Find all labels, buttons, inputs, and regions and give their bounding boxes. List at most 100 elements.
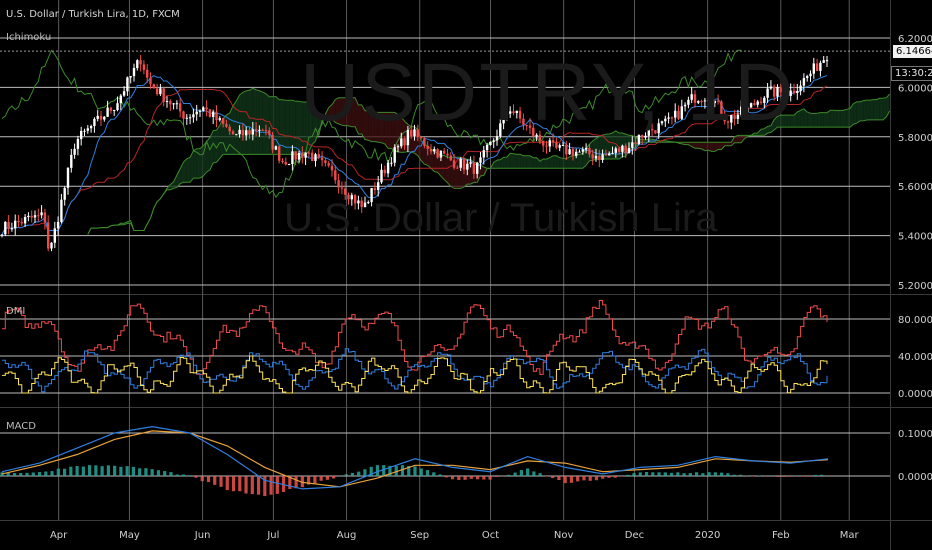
macd-histogram-bar — [669, 472, 674, 476]
macd-histogram-bar — [238, 476, 242, 492]
ichimoku-cloud-slice — [252, 88, 257, 155]
candle-body — [383, 169, 386, 174]
macd-histogram-bar — [713, 472, 717, 476]
x-tick-feb: Feb — [772, 530, 790, 541]
macd-histogram-bar — [475, 476, 480, 480]
candle-body — [396, 146, 400, 148]
candle-body — [294, 151, 297, 160]
ichimoku-cloud-slice — [183, 158, 187, 183]
macd-histogram-bar — [720, 472, 724, 476]
candle-body — [433, 149, 436, 152]
y-tick-dmi-2: 0.00000 — [898, 389, 932, 400]
ichimoku-cloud-slice — [444, 155, 448, 183]
candle-body — [429, 148, 433, 152]
macd-histogram-bar — [601, 476, 605, 479]
candle-body — [482, 150, 485, 158]
ichimoku-cloud-slice — [856, 101, 860, 124]
macd-histogram-bar — [807, 476, 811, 477]
candle-body — [86, 128, 89, 131]
ichimoku-cloud-slice — [559, 157, 563, 169]
candle-body — [162, 88, 165, 102]
adx-line — [2, 355, 828, 394]
candle-body — [93, 118, 96, 127]
macd-histogram-bar — [576, 476, 580, 482]
macd-histogram-bar — [313, 476, 317, 484]
ichimoku-cloud-slice — [520, 154, 524, 169]
macd-histogram-bar — [569, 476, 574, 483]
candle-body — [99, 115, 103, 120]
ichimoku-cloud-slice — [513, 153, 517, 169]
candle-body — [809, 73, 812, 77]
macd-histogram-bar — [19, 472, 23, 476]
ichimoku-cloud-slice — [833, 110, 837, 128]
ichimoku-cloud-slice — [823, 112, 827, 128]
candle-body — [568, 149, 571, 155]
macd-histogram-bar — [169, 472, 173, 476]
ichimoku-cloud-slice — [873, 99, 877, 120]
ichimoku-cloud-slice — [503, 157, 507, 169]
macd-label[interactable]: MACD — [6, 421, 36, 432]
macd-histogram-bar — [682, 473, 686, 476]
macd-histogram-bar — [62, 468, 67, 476]
x-tick-nov: Nov — [554, 530, 574, 541]
candle-body — [614, 148, 617, 153]
ichimoku-cloud-slice — [526, 155, 530, 169]
macd-histogram-bar — [100, 466, 104, 476]
macd-histogram-bar — [551, 476, 555, 479]
ichimoku-cloud-slice — [236, 94, 240, 155]
macd-histogram-bar — [113, 465, 117, 476]
candle-body — [446, 153, 449, 156]
dmi-label[interactable]: DMI — [6, 306, 25, 317]
y-tick-price-1: 6.00000 — [898, 83, 932, 94]
macd-histogram-bar — [519, 470, 523, 476]
candle-body — [304, 152, 307, 158]
macd-histogram-bar — [526, 468, 530, 476]
candle-body — [179, 103, 182, 112]
candle-body — [215, 111, 218, 121]
macd-histogram-bar — [613, 476, 617, 478]
ichimoku-cloud-slice — [836, 110, 841, 128]
macd-histogram-bar — [75, 466, 79, 476]
macd-histogram-bar — [231, 476, 236, 492]
ichimoku-cloud-slice — [846, 108, 851, 128]
ichimoku-cloud-slice — [497, 159, 501, 169]
ichimoku-cloud-slice — [186, 157, 191, 183]
macd-histogram-bar — [213, 476, 217, 485]
candle-body — [37, 215, 40, 217]
candle-body — [330, 165, 334, 171]
candle-body — [825, 60, 829, 62]
candle-body — [254, 129, 258, 131]
macd-histogram-bar — [294, 476, 298, 489]
candle-body — [631, 142, 634, 148]
candle-body — [472, 162, 476, 174]
candle-body — [469, 162, 472, 164]
ichimoku-cloud-slice — [523, 155, 527, 169]
macd-histogram-bar — [269, 476, 273, 495]
macd-histogram-bar — [319, 476, 323, 481]
candle-body — [17, 220, 20, 223]
macd-histogram-bar — [801, 476, 805, 477]
candle-body — [271, 134, 274, 150]
macd-histogram-bar — [125, 466, 129, 476]
candle-body — [70, 154, 73, 168]
candle-body — [261, 129, 264, 131]
macd-histogram-bar — [94, 465, 98, 476]
ichimoku-cloud-slice — [711, 142, 715, 152]
candle-body — [139, 60, 142, 65]
macd-histogram-bar — [726, 473, 730, 476]
x-tick-jun: Jun — [194, 530, 211, 541]
ichimoku-cloud-slice — [259, 90, 263, 155]
candle-body — [122, 91, 126, 96]
macd-histogram-bar — [144, 468, 148, 476]
candle-body — [66, 167, 70, 188]
macd-histogram-bar — [219, 476, 223, 487]
candle-body — [634, 142, 637, 144]
candle-body — [822, 60, 825, 63]
macd-histogram-bar — [463, 476, 467, 480]
x-tick-aug: Aug — [337, 530, 357, 541]
ichimoku-cloud-slice — [797, 110, 801, 128]
macd-histogram-bar — [632, 473, 636, 476]
candle-body — [245, 130, 248, 136]
ichimoku-label[interactable]: Ichimoku — [6, 32, 51, 43]
candle-body — [377, 182, 380, 191]
